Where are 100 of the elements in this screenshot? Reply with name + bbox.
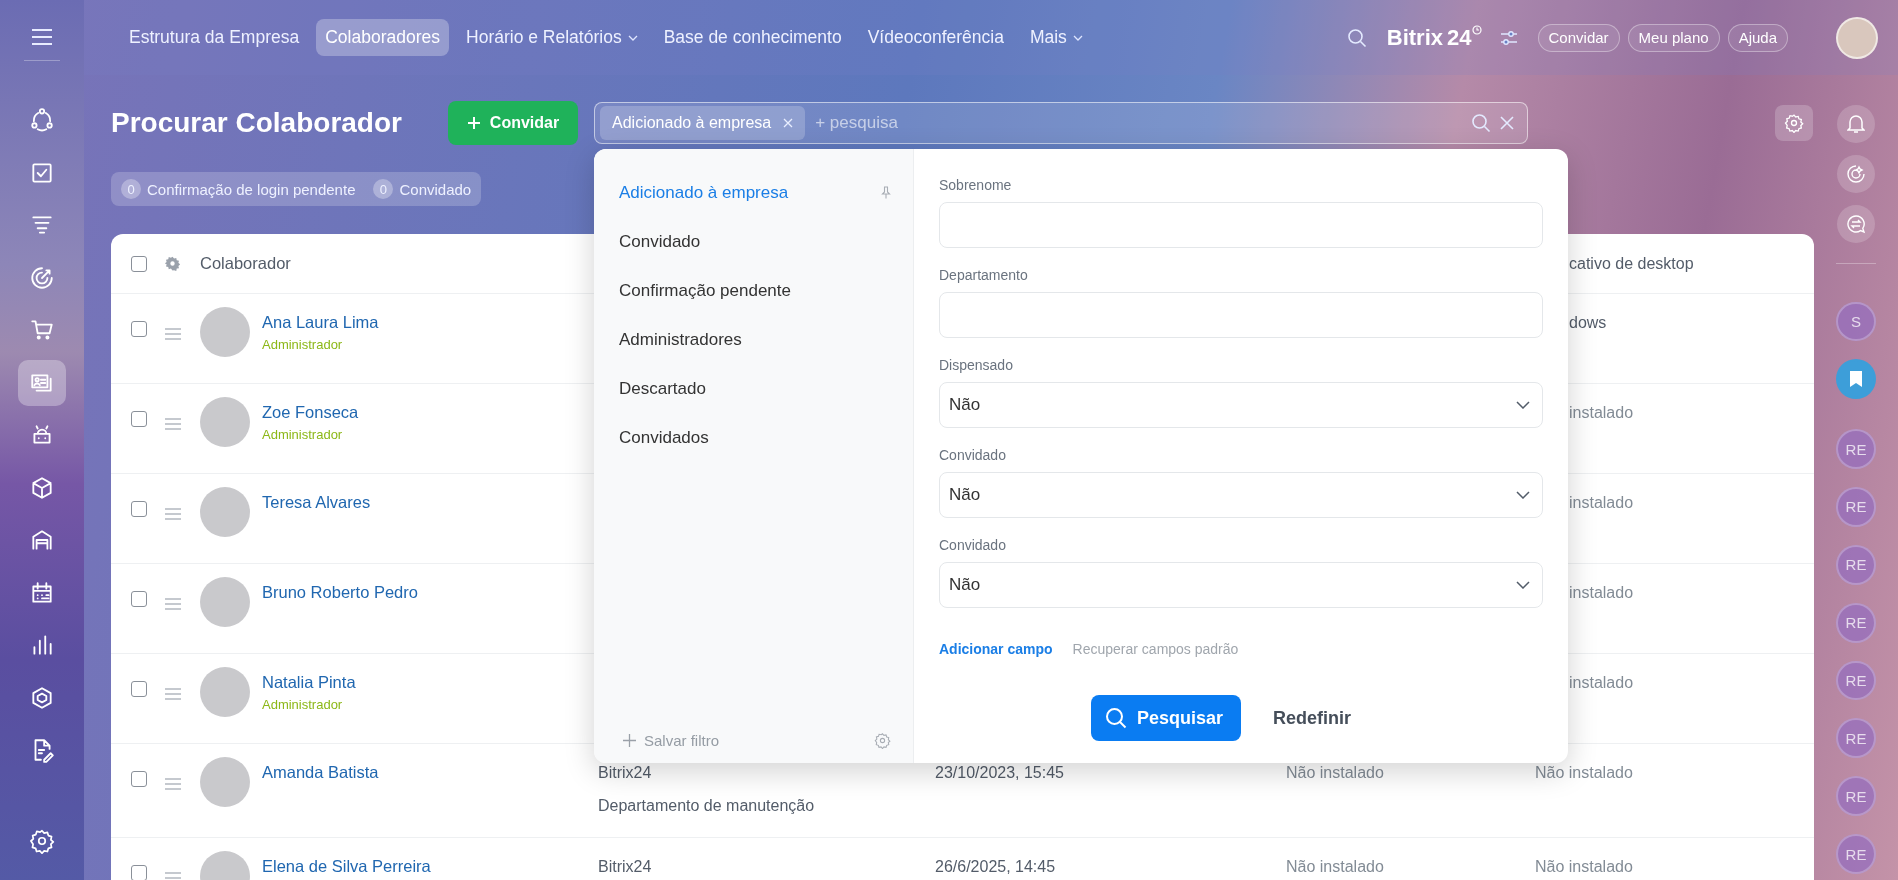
checkbox[interactable]	[131, 321, 147, 337]
table-cell-text: Bitrix24	[598, 764, 653, 782]
add-field-link[interactable]: Adicionar campo	[939, 641, 1053, 657]
table-cell: Não instalado	[1535, 764, 1633, 781]
close-icon[interactable]	[1499, 115, 1515, 131]
restore-fields-link[interactable]: Recuperar campos padrão	[1072, 641, 1239, 657]
employee-name-link[interactable]: Ana Laura Lima	[262, 313, 598, 332]
table-cell: instalado	[1569, 674, 1634, 691]
bookmark-button[interactable]	[1836, 359, 1876, 400]
plus-icon	[466, 116, 481, 130]
checkbox[interactable]	[131, 681, 147, 697]
invite-button[interactable]: Convidar	[448, 101, 578, 145]
field-label: Convidado	[939, 537, 1007, 553]
checkbox[interactable]	[131, 501, 147, 517]
chat-avatar[interactable]: RE	[1836, 544, 1876, 585]
count-badge: 0	[121, 179, 141, 199]
search-button[interactable]: Pesquisar	[1091, 695, 1242, 741]
table-cell-text: Departamento de manutenção	[598, 797, 816, 815]
checkbox[interactable]	[131, 771, 147, 787]
table-cell: Não instalado	[1286, 764, 1384, 781]
counter-label: Convidado	[399, 180, 472, 198]
input-field[interactable]	[939, 202, 1543, 248]
avatar-placeholder	[200, 667, 250, 717]
header-button[interactable]: Convidar	[1537, 23, 1620, 52]
avatar-placeholder[interactable]	[1836, 16, 1878, 59]
nav-tab[interactable]: Colaboradores	[316, 19, 449, 56]
checkbox[interactable]	[131, 865, 147, 880]
search-icon[interactable]	[1471, 113, 1491, 133]
chat-avatar[interactable]: RE	[1836, 602, 1876, 643]
nav-tab[interactable]: Horário e Relatórios	[457, 19, 647, 56]
header-button[interactable]: Ajuda	[1727, 23, 1788, 52]
chat-avatar[interactable]: RE	[1836, 834, 1876, 874]
page-title: Procurar Colaborador	[111, 107, 403, 139]
cube-icon	[29, 474, 55, 501]
drag-handle-icon[interactable]	[165, 328, 181, 340]
cart-icon	[29, 317, 55, 343]
role-label: Administrador	[262, 697, 344, 712]
dropdown-field[interactable]: Não	[939, 382, 1543, 428]
reset-button[interactable]: Redefinir	[1253, 695, 1372, 741]
dropdown-field[interactable]: Não	[939, 562, 1543, 608]
gear-icon[interactable]	[165, 256, 180, 271]
chat-avatar[interactable]: RE	[1836, 660, 1876, 701]
drag-handle-icon[interactable]	[165, 418, 181, 430]
employee-name-link[interactable]: Bruno Roberto Pedro	[262, 583, 598, 602]
filter-preset[interactable]: Administradores	[619, 329, 742, 350]
filter-preset[interactable]: Convidados	[619, 427, 709, 448]
drag-handle-icon[interactable]	[165, 508, 181, 520]
chat-avatar[interactable]: RE	[1836, 776, 1876, 817]
input-field[interactable]	[939, 292, 1543, 338]
employee-name-link[interactable]: Zoe Fonseca	[262, 403, 598, 422]
drag-handle-icon[interactable]	[165, 598, 181, 610]
nav-tab[interactable]: Mais	[1020, 19, 1092, 56]
nav-tab[interactable]: Estrutura da Empresa	[120, 19, 309, 56]
filter-chip[interactable]: Adicionado à empresa	[600, 106, 806, 140]
menu-icon[interactable]	[31, 28, 53, 46]
chevron-down-icon	[1516, 581, 1530, 589]
logo-text: Bitrix	[1386, 24, 1444, 51]
field-label: Departamento	[939, 267, 1029, 283]
drag-handle-icon[interactable]	[165, 778, 181, 790]
employee-name-link[interactable]: Elena de Silva Perreira	[262, 857, 598, 876]
nodes-icon	[29, 107, 55, 133]
dropdown-field[interactable]: Não	[939, 472, 1543, 518]
counter-filter[interactable]: 0 Confirmação de login pendente	[121, 179, 356, 199]
filter-preset[interactable]: Confirmação pendente	[619, 280, 791, 301]
chat-avatar[interactable]: RE	[1836, 429, 1876, 470]
pin-icon[interactable]	[881, 186, 891, 199]
nav-tab[interactable]: Vídeoconferência	[858, 19, 1013, 56]
sidebar-item[interactable]	[18, 359, 66, 406]
counter-filter[interactable]: 0 Convidado	[373, 179, 472, 199]
notifications-button[interactable]	[1837, 105, 1875, 143]
filter-preset[interactable]: Convidado	[619, 231, 701, 252]
settings-button[interactable]	[1775, 105, 1813, 141]
field-label: Convidado	[939, 447, 1007, 463]
sliders-icon[interactable]	[1499, 29, 1518, 46]
copilot-button[interactable]	[1837, 154, 1875, 193]
chevron-down-icon	[1516, 401, 1530, 409]
chat-button[interactable]	[1837, 204, 1875, 243]
search-icon[interactable]	[1346, 27, 1367, 48]
chat-avatar[interactable]: RE	[1836, 487, 1876, 527]
table-cell: dows	[1569, 314, 1607, 331]
save-filter-link[interactable]: Salvar filtro	[623, 732, 720, 749]
search-field[interactable]: Adicionado à empresa + pesquisa	[594, 102, 1528, 144]
filter-preset[interactable]: Descartado	[619, 378, 706, 399]
employee-name-link[interactable]: Natalia Pinta	[262, 673, 598, 692]
chat-avatar[interactable]: S	[1836, 301, 1876, 342]
employee-name-link[interactable]: Amanda Batista	[262, 763, 598, 782]
filter-preset[interactable]: Adicionado à empresa	[619, 182, 789, 203]
counter-label: Confirmação de login pendente	[147, 180, 356, 198]
avatar-placeholder	[200, 757, 250, 807]
drag-handle-icon[interactable]	[165, 688, 181, 700]
close-icon[interactable]	[783, 118, 794, 128]
checkbox[interactable]	[131, 255, 147, 272]
checkbox[interactable]	[131, 411, 147, 427]
checkbox[interactable]	[131, 591, 147, 607]
header-button[interactable]: Meu plano	[1627, 23, 1720, 52]
chat-avatar[interactable]: RE	[1836, 718, 1876, 759]
nav-tab[interactable]: Base de conhecimento	[654, 19, 851, 56]
column-header[interactable]: Colaborador	[200, 254, 598, 273]
hexagon-icon	[29, 684, 55, 711]
employee-name-link[interactable]: Teresa Alvares	[262, 493, 598, 512]
